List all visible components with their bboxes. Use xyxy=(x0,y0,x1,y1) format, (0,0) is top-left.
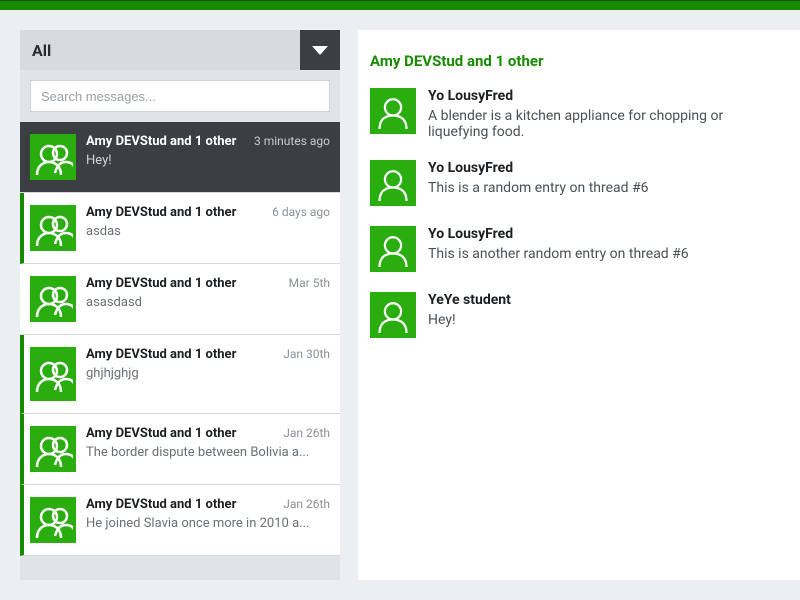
message-item: Yo LousyFred A blender is a kitchen appl… xyxy=(370,88,780,140)
message-author: Yo LousyFred xyxy=(428,160,780,176)
thread-time: Jan 30th xyxy=(283,347,330,361)
thread-title: Amy DEVStud and 1 other xyxy=(86,276,236,293)
message-item: Yo LousyFred This is another random entr… xyxy=(370,226,780,272)
user-avatar-icon xyxy=(370,88,416,134)
message-text: This is another random entry on thread #… xyxy=(428,246,780,262)
message-list: Yo LousyFred A blender is a kitchen appl… xyxy=(370,88,780,560)
sidebar: All Amy DEVStud and 1 other 3 minutes ag… xyxy=(20,30,340,580)
user-avatar-icon xyxy=(370,292,416,338)
thread-title: Amy DEVStud and 1 other xyxy=(86,205,236,222)
thread-preview: ghjhjghjg xyxy=(86,366,330,381)
group-avatar-icon xyxy=(30,134,76,180)
thread-item[interactable]: Amy DEVStud and 1 other 6 days ago asdas xyxy=(20,193,340,264)
filter-dropdown-button[interactable] xyxy=(300,30,340,70)
thread-preview: asasdasd xyxy=(86,295,330,310)
thread-preview: Hey! xyxy=(86,153,330,168)
app-header-bar xyxy=(0,0,800,10)
chevron-down-icon xyxy=(312,46,328,55)
user-avatar-icon xyxy=(370,160,416,206)
conversation-panel: Amy DEVStud and 1 other Yo LousyFred A b… xyxy=(358,30,800,580)
message-text: A blender is a kitchen appliance for cho… xyxy=(428,108,780,140)
group-avatar-icon xyxy=(30,426,76,472)
thread-preview: The border dispute between Bolivia a... xyxy=(86,445,330,460)
thread-list: Amy DEVStud and 1 other 3 minutes ago He… xyxy=(20,122,340,580)
search-input[interactable] xyxy=(30,80,330,112)
message-author: Yo LousyFred xyxy=(428,88,780,104)
group-avatar-icon xyxy=(30,497,76,543)
thread-item[interactable]: Amy DEVStud and 1 other 3 minutes ago He… xyxy=(20,122,340,193)
message-text: Hey! xyxy=(428,312,780,328)
user-avatar-icon xyxy=(370,226,416,272)
filter-row: All xyxy=(20,30,340,70)
thread-time: Jan 26th xyxy=(283,497,330,511)
conversation-title: Amy DEVStud and 1 other xyxy=(370,52,780,70)
thread-item[interactable]: Amy DEVStud and 1 other Jan 30th ghjhjgh… xyxy=(20,335,340,414)
message-author: Yo LousyFred xyxy=(428,226,780,242)
group-avatar-icon xyxy=(30,276,76,322)
group-avatar-icon xyxy=(30,205,76,251)
message-item: YeYe student Hey! xyxy=(370,292,780,338)
thread-time: Mar 5th xyxy=(289,276,330,290)
thread-title: Amy DEVStud and 1 other xyxy=(86,497,236,514)
thread-time: 6 days ago xyxy=(272,205,330,219)
message-author: YeYe student xyxy=(428,292,780,308)
thread-preview: He joined Slavia once more in 2010 a... xyxy=(86,516,330,531)
thread-title: Amy DEVStud and 1 other xyxy=(86,347,236,364)
thread-item[interactable]: Amy DEVStud and 1 other Jan 26th The bor… xyxy=(20,414,340,485)
filter-label[interactable]: All xyxy=(20,30,300,70)
group-avatar-icon xyxy=(30,347,76,401)
thread-time: 3 minutes ago xyxy=(254,134,330,148)
thread-title: Amy DEVStud and 1 other xyxy=(86,134,236,151)
thread-time: Jan 26th xyxy=(283,426,330,440)
thread-item[interactable]: Amy DEVStud and 1 other Mar 5th asasdasd xyxy=(20,264,340,335)
thread-item[interactable]: Amy DEVStud and 1 other Jan 26th He join… xyxy=(20,485,340,556)
thread-title: Amy DEVStud and 1 other xyxy=(86,426,236,443)
thread-preview: asdas xyxy=(86,224,330,239)
message-text: This is a random entry on thread #6 xyxy=(428,180,780,196)
message-item: Yo LousyFred This is a random entry on t… xyxy=(370,160,780,206)
